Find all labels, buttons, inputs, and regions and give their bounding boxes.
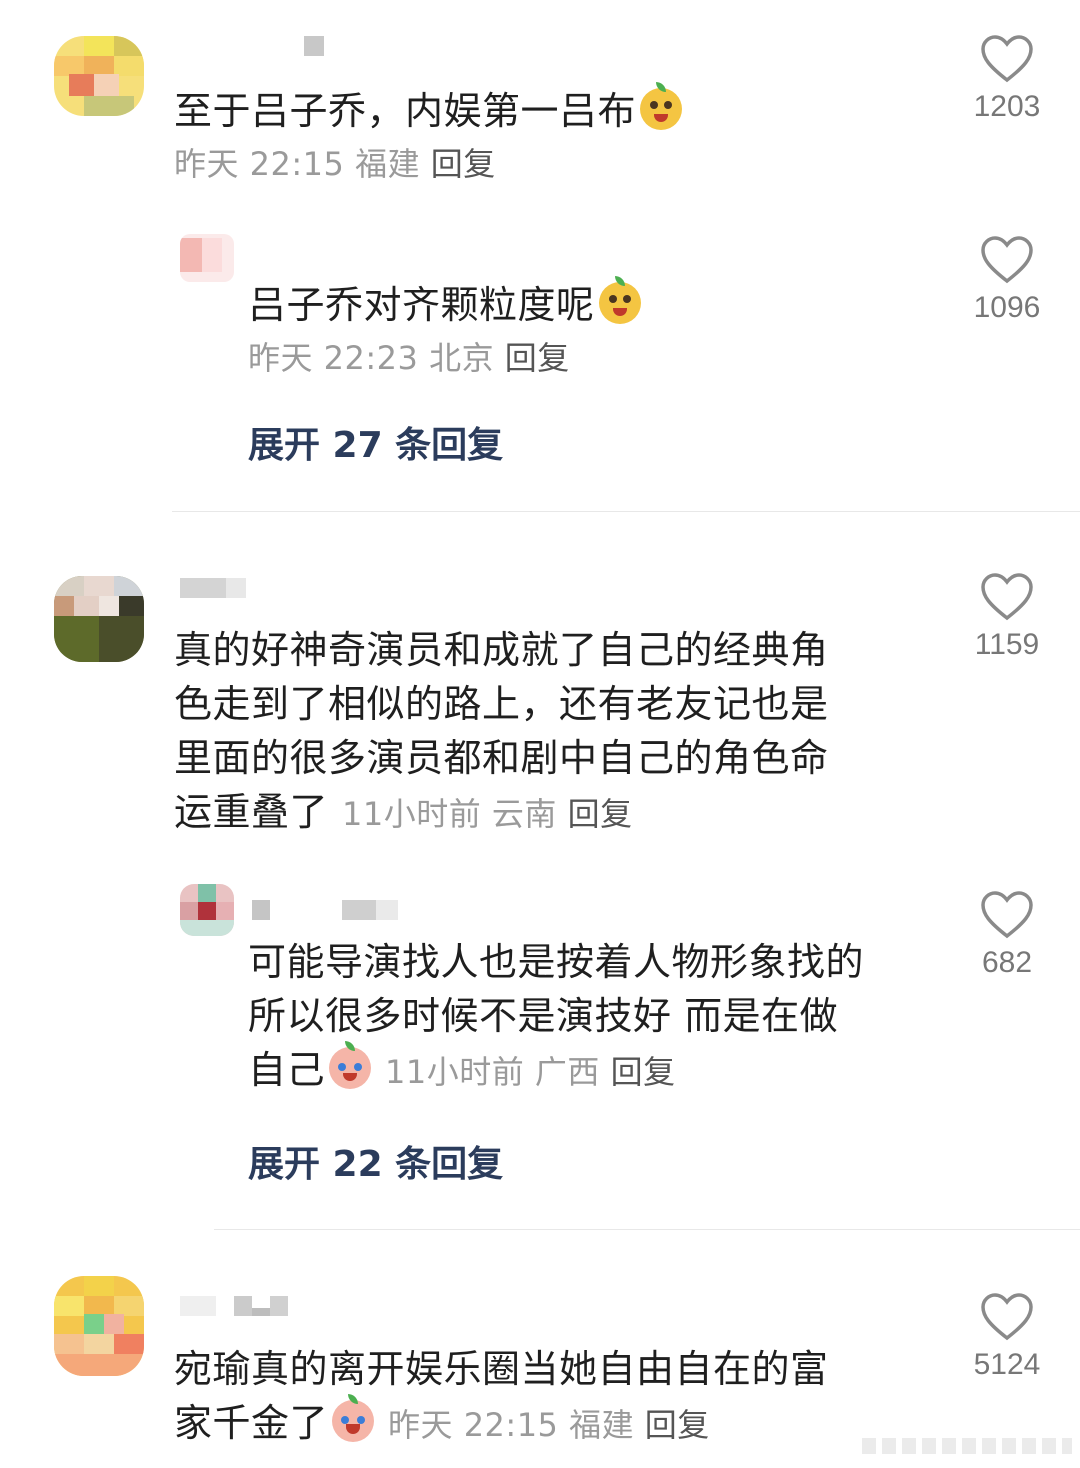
like-count: 682 (981, 946, 1033, 979)
comment-time-location: 昨天 22:15 福建 (388, 1406, 635, 1444)
like-button[interactable]: 5124 (962, 1292, 1052, 1382)
heart-outline-icon (981, 35, 1033, 83)
comment-line: 家千金了 (174, 1401, 329, 1445)
comment-time-location: 11小时前 云南 (342, 795, 557, 833)
reply-button[interactable]: 回复 (611, 1053, 676, 1091)
reply-time-location: 11小时前 广西 (385, 1053, 600, 1091)
like-count: 1159 (974, 628, 1040, 661)
comment-meta: 昨天 22:15 福建 回复 (174, 137, 496, 191)
avatar[interactable] (54, 36, 144, 116)
reply-line: 可能导演找人也是按着人物形象找的 (248, 940, 865, 984)
reply-button[interactable]: 回复 (431, 145, 496, 183)
heart-outline-icon (981, 236, 1033, 284)
yellow-smile-emoji (640, 82, 683, 130)
comment-body: 至于吕子乔，内娱第一吕布 (174, 89, 637, 133)
reply-button[interactable]: 回复 (568, 795, 633, 833)
comment-line: 运重叠了 (174, 790, 329, 834)
reply-line: 自己 (248, 1048, 326, 1092)
watermark (862, 1438, 1072, 1454)
expand-replies-button[interactable]: 展开 22 条回复 (248, 1135, 503, 1187)
username[interactable] (180, 1296, 288, 1316)
yellow-smile-emoji (598, 276, 641, 324)
comment-line: 里面的很多演员都和剧中自己的角色命 (174, 736, 829, 780)
comment-text: 真的好神奇演员和成就了自己的经典角 色走到了相似的路上，还有老友记也是 里面的很… (174, 623, 829, 841)
crying-laugh-emoji (329, 1041, 372, 1089)
reply-meta: 昨天 22:23 北京 回复 (248, 331, 570, 385)
reply-text: 吕子乔对齐颗粒度呢 (248, 276, 641, 332)
heart-outline-icon (981, 1293, 1033, 1341)
heart-outline-icon (981, 891, 1033, 939)
like-button[interactable]: 1096 (962, 235, 1052, 325)
reply-text: 可能导演找人也是按着人物形象找的 所以很多时候不是演技好 而是在做 自己 11小时… (248, 935, 864, 1099)
reply-button[interactable]: 回复 (505, 339, 570, 377)
reply-line: 所以很多时候不是演技好 而是在做 (248, 994, 839, 1038)
like-count: 5124 (973, 1348, 1041, 1381)
avatar[interactable] (180, 234, 234, 282)
username[interactable] (304, 36, 324, 56)
like-button[interactable]: 1203 (962, 34, 1052, 124)
username[interactable] (252, 900, 398, 920)
comment-line: 色走到了相似的路上，还有老友记也是 (174, 682, 829, 726)
expand-replies-button[interactable]: 展开 27 条回复 (248, 416, 503, 468)
like-count: 1096 (973, 291, 1041, 324)
avatar[interactable] (54, 1276, 144, 1376)
comment-line: 宛瑜真的离开娱乐圈当她自由自在的富 (174, 1347, 829, 1391)
like-count: 1203 (973, 90, 1041, 123)
comment-text: 至于吕子乔，内娱第一吕布 (174, 82, 683, 138)
comment-text: 宛瑜真的离开娱乐圈当她自由自在的富 家千金了 昨天 22:15 福建 回复 (174, 1342, 829, 1452)
avatar[interactable] (180, 884, 234, 936)
avatar[interactable] (54, 576, 144, 662)
username[interactable] (180, 578, 246, 598)
reply-time-location: 昨天 22:23 北京 (248, 339, 495, 377)
like-button[interactable]: 682 (962, 890, 1052, 980)
heart-outline-icon (981, 573, 1033, 621)
divider (214, 1229, 1080, 1230)
comment-time-location: 昨天 22:15 福建 (174, 145, 421, 183)
reply-button[interactable]: 回复 (645, 1406, 710, 1444)
like-button[interactable]: 1159 (962, 572, 1052, 662)
divider (172, 511, 1080, 512)
reply-body: 吕子乔对齐颗粒度呢 (248, 283, 595, 327)
comment-line: 真的好神奇演员和成就了自己的经典角 (174, 628, 829, 672)
crying-emoji (332, 1394, 375, 1442)
